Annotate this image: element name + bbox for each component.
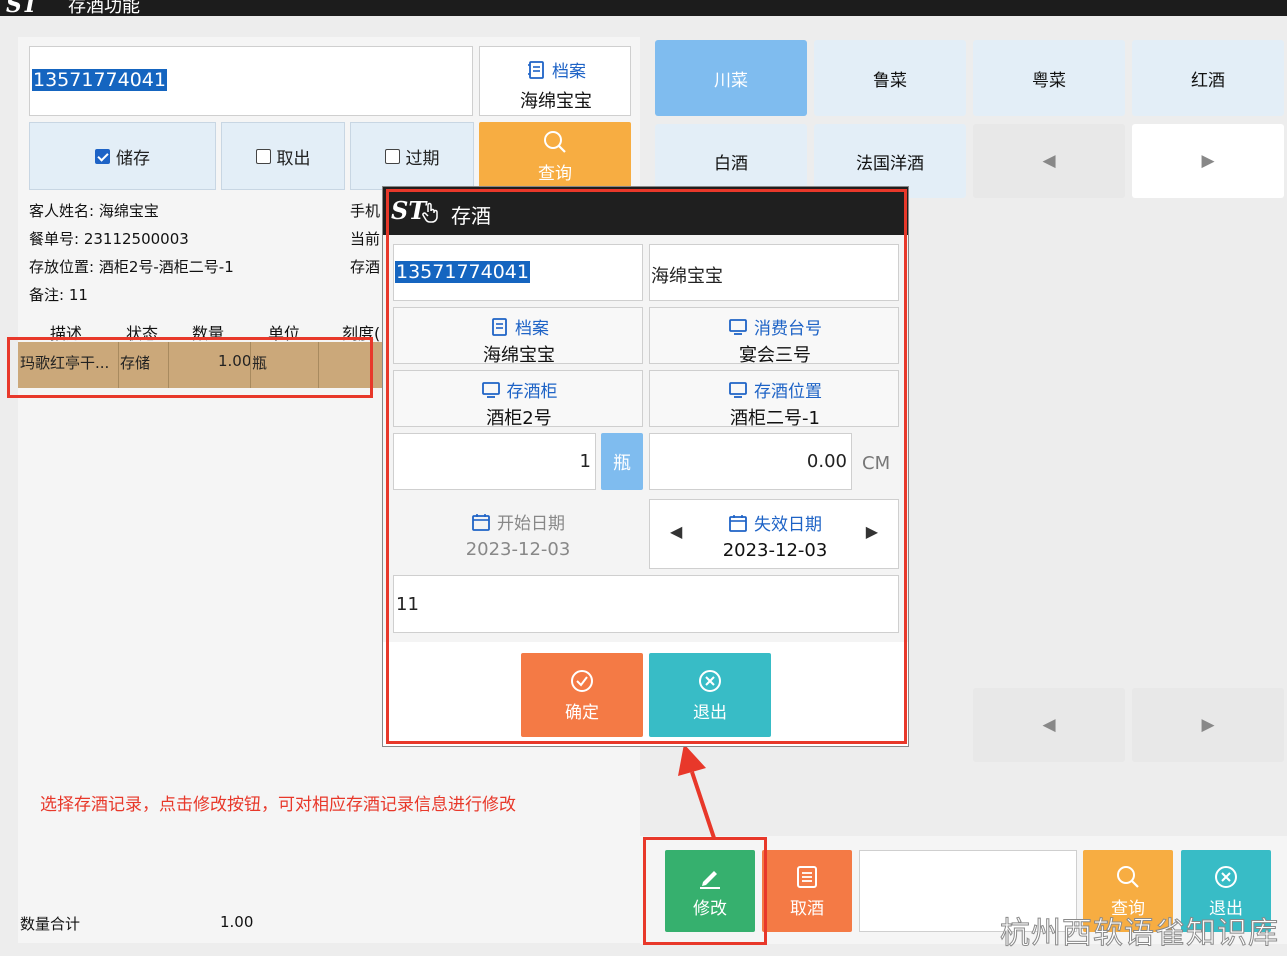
window-title: 存酒功能 [68,0,140,16]
dialog-highlight-box [386,189,907,744]
archive-label: 档案 [552,62,586,82]
checkbox-expired[interactable]: 过期 [350,122,474,190]
checkbox-store-label: 储存 [116,148,150,169]
archive-icon [528,60,544,79]
annotation-arrow-icon [678,744,716,839]
category-red-wine[interactable]: 红酒 [1132,40,1284,116]
bill-number: 餐单号: 23112500003 [29,230,189,248]
left-query-button[interactable]: 查询 [479,122,631,190]
phone-input[interactable]: 13571774041 [29,46,473,116]
storage-location: 存放位置: 酒柜2号-酒柜二号-1 [29,258,234,276]
list-icon [797,865,817,888]
total-label: 数量合计 [20,915,81,933]
watermark: 杭州西软语雀知识库 [1000,916,1279,952]
row-highlight-box [7,337,373,398]
category-next-icon[interactable]: ▶ [1132,124,1284,198]
checkbox-unchecked-icon [255,148,271,164]
category-cantonese[interactable]: 粤菜 [973,40,1125,116]
app-logo: ST [6,0,39,16]
category-shandong[interactable]: 鲁菜 [814,40,966,116]
archive-value: 海绵宝宝 [520,91,592,112]
title-bar: ST 存酒功能 [0,0,1287,16]
category-prev-icon[interactable]: ◀ [973,124,1125,198]
edit-highlight-box [643,837,767,945]
info-store-label: 存酒 [350,258,381,276]
guest-name: 客人姓名: 海绵宝宝 [29,202,159,220]
checkbox-take[interactable]: 取出 [221,122,345,190]
phone-input-value: 13571774041 [32,69,167,91]
checkbox-unchecked-icon [384,148,400,164]
archive-button[interactable]: 档案 海绵宝宝 [479,46,631,116]
annotation-text: 选择存酒记录，点击修改按钮，可对相应存酒记录信息进行修改 [40,795,516,815]
total-value: 1.00 [220,913,254,931]
checkbox-store[interactable]: 储存 [29,122,216,190]
checkbox-take-label: 取出 [276,148,311,169]
items-next-icon[interactable]: ▶ [1132,688,1284,762]
category-sichuan[interactable]: 川菜 [655,40,807,116]
checkbox-checked-icon [95,148,110,164]
info-phone-label: 手机 [350,202,381,220]
left-query-label: 查询 [538,163,572,184]
info-current-label: 当前 [350,230,381,248]
search-icon [544,130,566,153]
search-icon [1117,865,1139,888]
take-wine-label: 取酒 [790,898,824,919]
checkbox-expired-label: 过期 [405,148,440,169]
items-prev-icon[interactable]: ◀ [973,688,1125,762]
take-wine-button[interactable]: 取酒 [762,850,852,932]
remark-line: 备注: 11 [29,286,88,304]
close-circle-icon [1215,865,1237,888]
